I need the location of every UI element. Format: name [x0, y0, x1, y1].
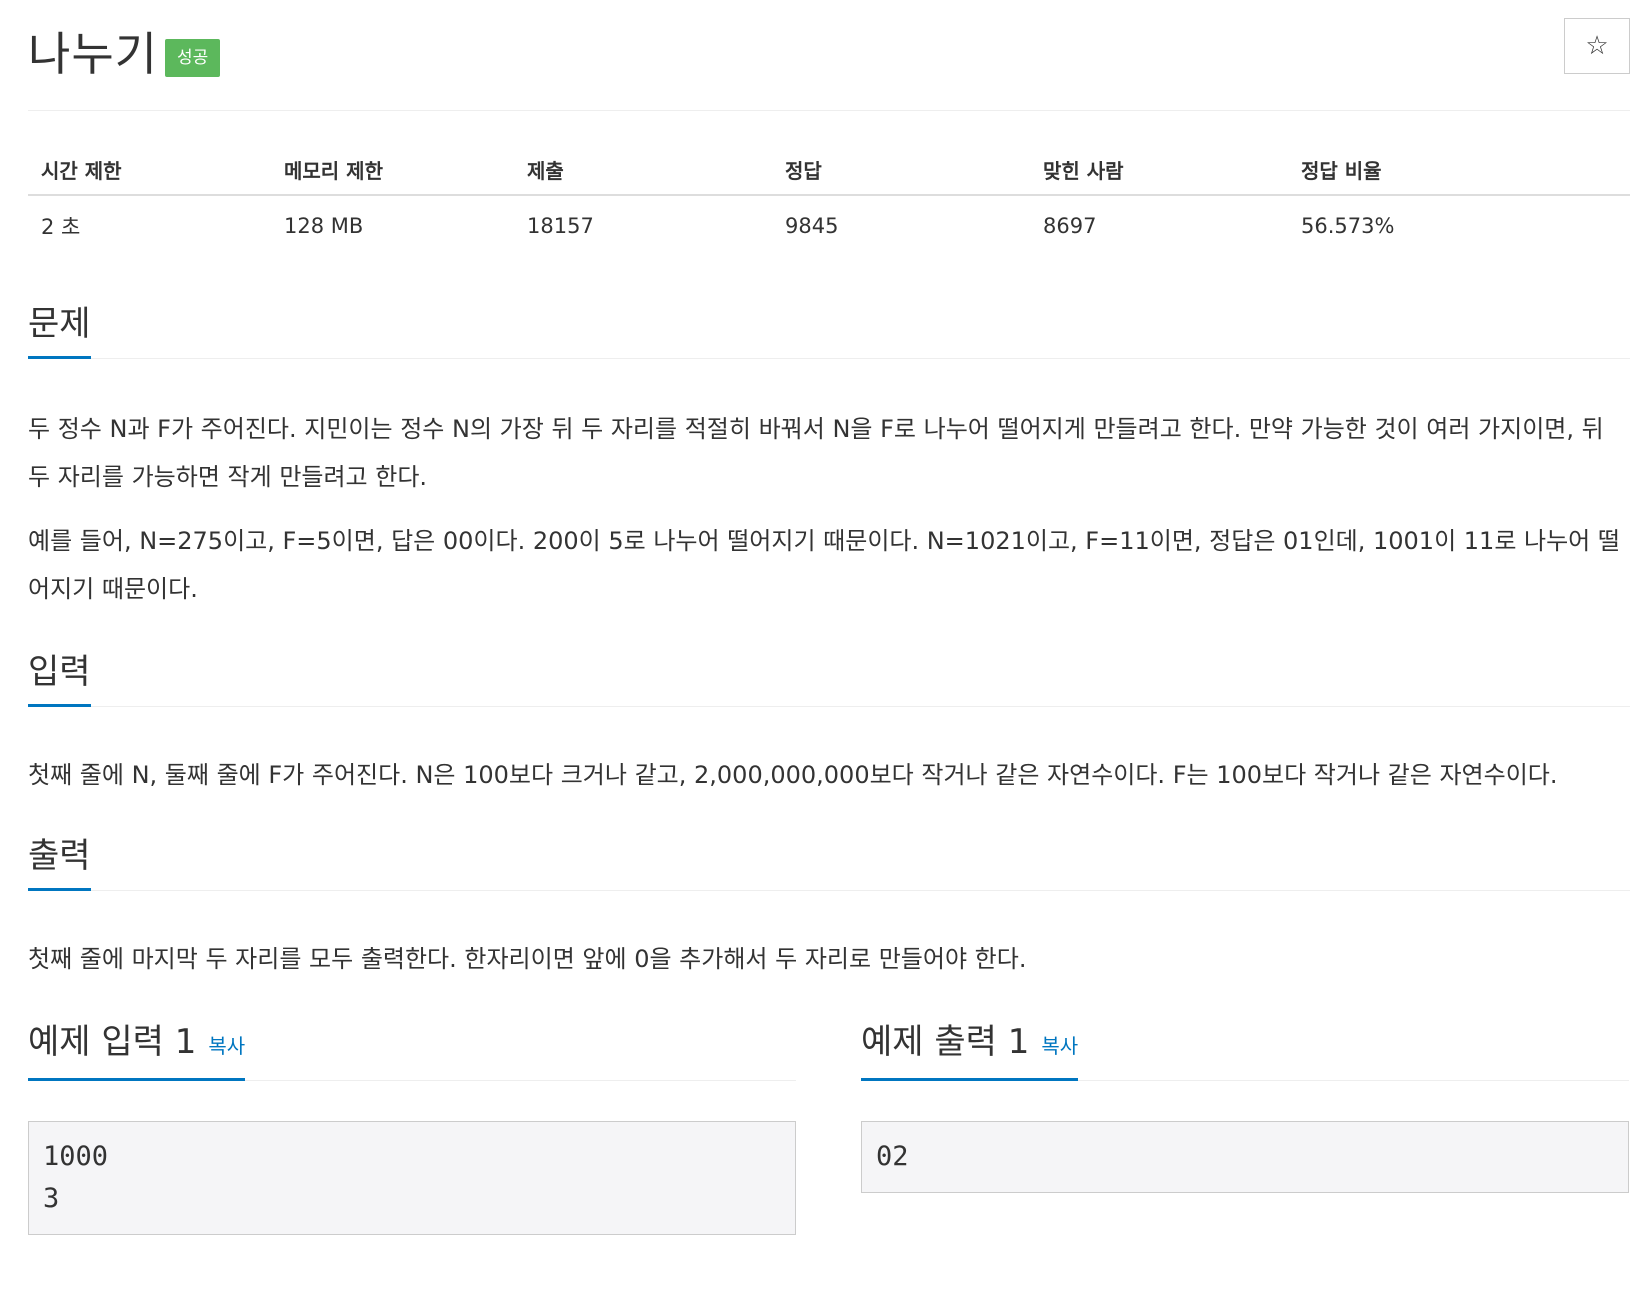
status-badge: 성공: [165, 39, 221, 77]
input-section-body: 첫째 줄에 N, 둘째 줄에 F가 주어진다. N은 100보다 크거나 같고,…: [28, 751, 1630, 815]
info-value-submissions: 18157: [527, 214, 594, 238]
info-header-time-limit: 시간 제한: [28, 145, 271, 196]
description-section-header: 문제: [28, 306, 1630, 359]
sample-output-title: 예제 출력 1: [861, 1022, 1030, 1062]
info-header-row: 시간 제한 메모리 제한 제출 정답 맞힌 사람 정답 비율: [28, 145, 1630, 196]
sample-output-title-wrap: 예제 출력 1 복사: [861, 1022, 1079, 1081]
info-value-time-limit: 2 초: [41, 215, 81, 239]
sample-input-copy-link[interactable]: 복사: [208, 1034, 245, 1058]
sample-input-column: 예제 입력 1 복사 1000 3: [28, 1020, 796, 1235]
output-section-title: 출력: [28, 838, 91, 891]
sample-output-column: 예제 출력 1 복사 02: [861, 1020, 1629, 1193]
sample-output-box[interactable]: 02: [861, 1121, 1629, 1193]
problem-info-table: 시간 제한 메모리 제한 제출 정답 맞힌 사람 정답 비율 2 초 128 M…: [28, 145, 1630, 256]
description-paragraph: 두 정수 N과 F가 주어진다. 지민이는 정수 N의 가장 뒤 두 자리를 적…: [28, 415, 1604, 491]
star-button[interactable]: ☆: [1564, 18, 1630, 74]
info-header-solvers: 맞힌 사람: [1030, 145, 1288, 196]
description-section-body: 두 정수 N과 F가 주어진다. 지민이는 정수 N의 가장 뒤 두 자리를 적…: [28, 405, 1630, 629]
sample-input-box[interactable]: 1000 3: [28, 1121, 796, 1235]
info-value-row: 2 초 128 MB 18157 9845 8697 56.573%: [28, 195, 1630, 256]
info-header-ratio: 정답 비율: [1288, 145, 1630, 196]
sample-output-header: 예제 출력 1 복사: [861, 1020, 1629, 1081]
problem-title: 나누기: [28, 27, 158, 81]
input-description: 첫째 줄에 N, 둘째 줄에 F가 주어진다. N은 100보다 크거나 같고,…: [28, 761, 1558, 789]
info-value-memory-limit: 128 MB: [284, 214, 364, 238]
sample-input-title-wrap: 예제 입력 1 복사: [28, 1022, 246, 1081]
info-value-accepted: 9845: [785, 214, 839, 238]
info-header-memory-limit: 메모리 제한: [271, 145, 514, 196]
description-section-title: 문제: [28, 306, 91, 359]
output-section-body: 첫째 줄에 마지막 두 자리를 모두 출력한다. 한자리이면 앞에 0을 추가해…: [28, 935, 1630, 999]
info-value-solvers: 8697: [1043, 214, 1097, 238]
info-header-submissions: 제출: [514, 145, 772, 196]
input-section-header: 입력: [28, 654, 1630, 707]
output-section-header: 출력: [28, 838, 1630, 891]
input-section-title: 입력: [28, 654, 91, 707]
problem-page: 나누기 성공 ☆ 시간 제한 메모리 제한 제출 정답 맞힌 사람 정답 비율 …: [28, 0, 1630, 1235]
sample-output-copy-link[interactable]: 복사: [1041, 1034, 1078, 1058]
star-icon: ☆: [1585, 31, 1609, 61]
info-value-ratio: 56.573%: [1301, 214, 1395, 238]
output-description: 첫째 줄에 마지막 두 자리를 모두 출력한다. 한자리이면 앞에 0을 추가해…: [28, 945, 1027, 973]
info-header-accepted: 정답: [772, 145, 1030, 196]
problem-header: 나누기 성공 ☆: [28, 0, 1630, 111]
description-paragraph: 예를 들어, N=275이고, F=5이면, 답은 00이다. 200이 5로 …: [28, 527, 1620, 603]
sample-input-header: 예제 입력 1 복사: [28, 1020, 796, 1081]
sample-input-title: 예제 입력 1: [28, 1022, 197, 1062]
